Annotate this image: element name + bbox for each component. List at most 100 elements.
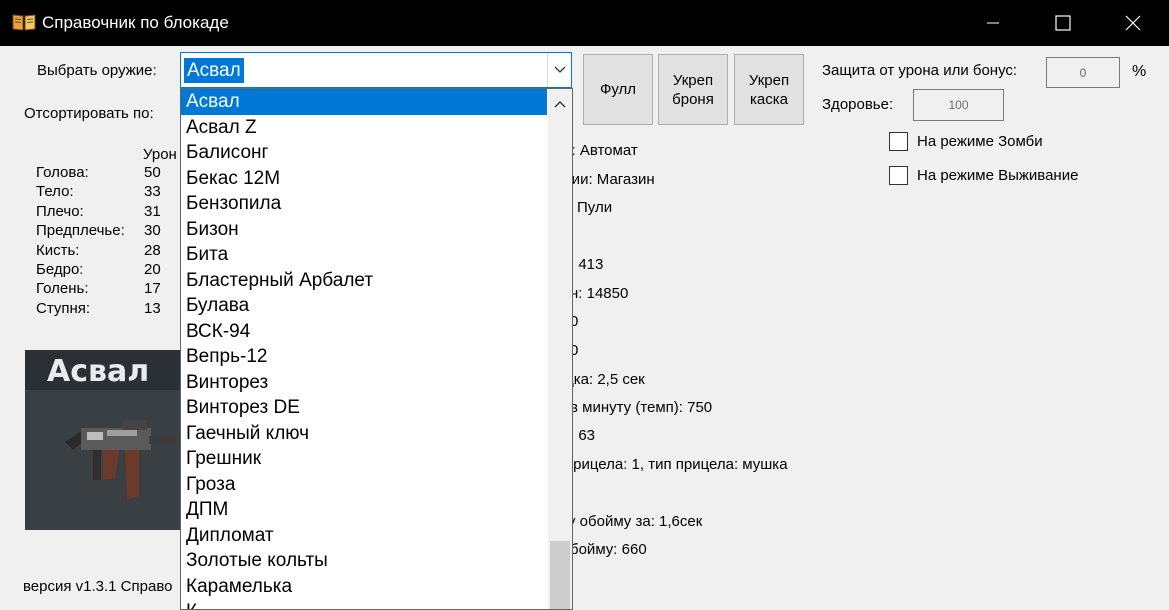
dropdown-item[interactable]: Грешник <box>181 446 547 472</box>
maximize-icon <box>1055 15 1071 31</box>
damage-stats-list: Голова: 50 Тело: 33 Плечо: 31 Предплечье: 30… <box>36 163 161 318</box>
dropdown-item[interactable]: Винторез <box>181 370 547 396</box>
survival-mode-checkbox[interactable]: На режиме Выживание <box>889 166 1078 185</box>
body-part-name: Предплечье: <box>36 222 125 240</box>
damage-value: 31 <box>144 202 161 220</box>
dropdown-item[interactable]: Дипломат <box>181 523 547 549</box>
scroll-up-button[interactable] <box>548 89 572 119</box>
damage-value: 33 <box>144 183 161 201</box>
dropdown-item[interactable]: Бита <box>181 242 547 268</box>
dropdown-item[interactable]: К <box>181 599 547 609</box>
info-line: в минуту (темп): 750 <box>570 399 713 416</box>
minimize-icon <box>987 22 999 24</box>
damage-row: Тело: 33 <box>36 182 161 201</box>
dropdown-item[interactable]: Булава <box>181 293 547 319</box>
info-line: у обойму за: 1,6сек <box>568 513 703 530</box>
weapon-image-caption: Асвал <box>47 354 150 389</box>
checkbox-box[interactable] <box>889 166 908 185</box>
damage-row: Голень: 17 <box>36 279 161 298</box>
chevron-down-icon <box>554 66 565 73</box>
book-icon <box>12 14 36 31</box>
zombie-mode-checkbox[interactable]: На режиме Зомби <box>889 132 1043 151</box>
dropdown-item[interactable]: Гаечный ключ <box>181 421 547 447</box>
rifle-icon <box>65 420 183 500</box>
damage-row: Предплечье: 30 <box>36 221 161 240</box>
damage-row: Плечо: 31 <box>36 202 161 221</box>
damage-value: 50 <box>144 164 161 181</box>
damage-row: Голова: 50 <box>36 163 161 182</box>
damage-row: Кисть: 28 <box>36 241 161 260</box>
survival-mode-label: На режиме Выживание <box>917 167 1079 184</box>
damage-value: 20 <box>144 261 161 279</box>
dropdown-item[interactable]: Бизон <box>181 217 547 243</box>
health-input-value: 100 <box>948 98 969 112</box>
info-line: прицела: 1, тип прицела: мушка <box>565 456 788 473</box>
dropdown-item[interactable]: Золотые кольты <box>181 548 547 574</box>
dropdown-item[interactable]: Асвал Z <box>181 115 547 141</box>
dropdown-item[interactable]: Гроза <box>181 472 547 498</box>
damage-value: 30 <box>144 222 161 240</box>
body-part-name: Тело: <box>36 183 74 201</box>
weapon-dropdown-list[interactable]: Асвал Асвал Z Балисонг Бекас 12М Бензопи… <box>180 88 573 610</box>
damage-row: Бедро: 20 <box>36 260 161 279</box>
body-part-name: Бедро: <box>36 261 84 279</box>
zombie-mode-label: На режиме Зомби <box>917 133 1043 150</box>
dropdown-item[interactable]: Бластерный Арбалет <box>181 268 547 294</box>
dropdown-item[interactable]: Бекас 12М <box>181 166 547 192</box>
info-line: : 413 <box>570 256 604 273</box>
damage-row: Ступня: 13 <box>36 299 161 318</box>
sort-by-label: Отсортировать по: <box>24 105 154 122</box>
body-part-name: Плечо: <box>36 202 84 220</box>
damage-value: 17 <box>144 280 161 298</box>
dropdown-item[interactable]: Карамелька <box>181 574 547 600</box>
helmet-upgrade-label-line2: каска <box>750 90 788 108</box>
dropdown-scrollbar[interactable] <box>548 89 572 609</box>
percent-label: % <box>1132 63 1147 80</box>
combobox-dropdown-button[interactable] <box>547 53 571 87</box>
helmet-upgrade-button[interactable]: Укреп каска <box>734 54 804 125</box>
protection-input[interactable]: 0 <box>1046 57 1120 88</box>
close-icon <box>1125 15 1141 31</box>
full-button-label: Фулл <box>599 81 637 98</box>
protection-input-value: 0 <box>1079 65 1087 80</box>
dropdown-item[interactable]: Балисонг <box>181 140 547 166</box>
info-line: бойму: 660 <box>570 541 647 558</box>
armor-upgrade-label-line2: броня <box>672 90 714 108</box>
dropdown-item[interactable]: Вепрь-12 <box>181 344 547 370</box>
weapon-combobox-value: Асвал <box>184 58 244 83</box>
protection-label: Защита от урона или бонус: <box>822 62 1018 79</box>
window-title: Справочник по блокаде <box>42 13 229 32</box>
info-line: : 63 <box>570 427 596 444</box>
weapon-combobox[interactable]: Асвал <box>180 52 572 88</box>
close-button[interactable] <box>1110 0 1156 46</box>
minimize-button[interactable] <box>970 0 1016 46</box>
dropdown-item[interactable]: Винторез DE <box>181 395 547 421</box>
damage-header: Урон <box>143 146 177 163</box>
checkbox-box[interactable] <box>889 132 908 151</box>
body-part-name: Ступня: <box>36 299 91 317</box>
full-button[interactable]: Фулл <box>583 54 653 125</box>
weapon-image: Асвал <box>25 350 185 530</box>
body-part-name: Голова: <box>36 164 89 181</box>
version-label: версия v1.3.1 Справо <box>23 578 173 595</box>
info-line: Пули <box>577 199 613 216</box>
title-bar: Справочник по блокаде <box>0 0 1169 46</box>
dropdown-item[interactable]: Бензопила <box>181 191 547 217</box>
chevron-up-icon <box>554 101 566 108</box>
damage-value: 28 <box>144 241 161 259</box>
info-line: дка: 2,5 сек <box>565 371 645 388</box>
health-input[interactable]: 100 <box>913 89 1004 121</box>
helmet-upgrade-label-line1: Укреп <box>748 71 790 89</box>
dropdown-item[interactable]: ВСК-94 <box>181 319 547 345</box>
dropdown-item[interactable]: Асвал <box>181 89 547 115</box>
health-label: Здоровье: <box>822 96 894 113</box>
choose-weapon-label: Выбрать оружие: <box>37 62 157 79</box>
dropdown-item[interactable]: ДПМ <box>181 497 547 523</box>
armor-upgrade-button[interactable]: Укреп броня <box>658 54 728 125</box>
body-part-name: Голень: <box>36 280 89 298</box>
damage-value: 13 <box>144 299 161 317</box>
scrollbar-thumb[interactable] <box>550 541 570 609</box>
info-line: н: 14850 <box>570 285 629 302</box>
maximize-button[interactable] <box>1040 0 1086 46</box>
armor-upgrade-label-line1: Укреп <box>672 71 714 89</box>
